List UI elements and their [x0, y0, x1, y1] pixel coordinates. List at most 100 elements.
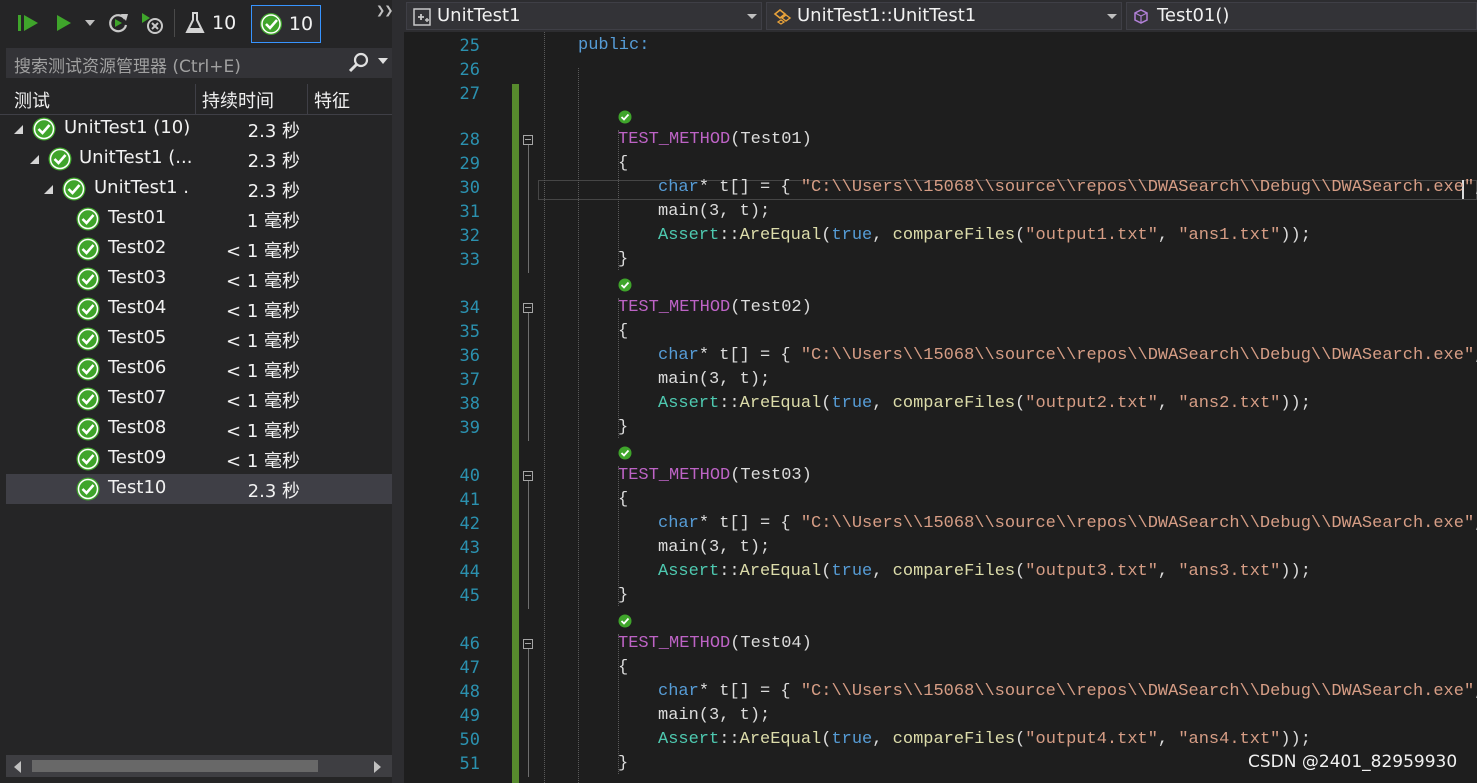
assert-line[interactable]: Assert::AreEqual(true, compareFiles("out…: [658, 394, 1311, 413]
scope-dropdown[interactable]: UnitTest1::UnitTest1: [766, 2, 1122, 30]
scrollbar-thumb[interactable]: [32, 760, 318, 772]
test-duration: 2.3 秒: [247, 481, 300, 502]
column-header-traits[interactable]: 特征: [314, 87, 350, 113]
scroll-left-icon[interactable]: [14, 761, 21, 773]
brace-line[interactable]: {: [618, 658, 628, 677]
access-specifier-line[interactable]: public:: [578, 36, 649, 55]
scroll-right-icon[interactable]: [374, 761, 381, 773]
passed-check-icon: [62, 177, 86, 201]
line-number: 30: [459, 178, 480, 198]
public-keyword: public:: [578, 36, 650, 55]
brace-line[interactable]: }: [618, 754, 628, 773]
collapse-region-icon[interactable]: [523, 303, 533, 313]
search-icon[interactable]: [348, 52, 370, 74]
test-row[interactable]: Test04 < 1 毫秒: [6, 294, 392, 324]
cancel-run-button[interactable]: [138, 8, 166, 38]
assert-class: Assert: [658, 394, 720, 413]
test-group-row[interactable]: UnitTest1 (10) 2.3 秒: [6, 114, 392, 144]
brace-line[interactable]: }: [618, 418, 628, 437]
toolbar-overflow-icon[interactable]: ❯❯: [376, 4, 392, 17]
assert-line[interactable]: Assert::AreEqual(true, compareFiles("out…: [658, 730, 1311, 749]
line-number: 39: [459, 418, 480, 438]
line-number: 45: [459, 586, 480, 606]
scope-operator: ::: [719, 730, 740, 749]
test-method-line[interactable]: TEST_METHOD(Test03): [618, 466, 812, 485]
collapse-region-icon[interactable]: [523, 639, 533, 649]
run-dropdown-button[interactable]: [82, 8, 98, 38]
test-method-line[interactable]: TEST_METHOD(Test01): [618, 130, 812, 149]
collapse-region-icon[interactable]: [523, 471, 533, 481]
test-row[interactable]: Test09 < 1 毫秒: [6, 444, 392, 474]
search-box[interactable]: 搜索测试资源管理器 (Ctrl+E): [6, 48, 392, 78]
panel-splitter[interactable]: [392, 0, 404, 783]
declaration-line[interactable]: char* t[] = { "C:\\Users\\15068\\source\…: [658, 514, 1477, 533]
indent-guide: [578, 68, 579, 783]
test-row[interactable]: Test10 2.3 秒: [6, 474, 392, 504]
column-divider[interactable]: [195, 84, 196, 114]
collapse-triangle-icon[interactable]: [30, 155, 39, 164]
collapse-triangle-icon[interactable]: [44, 185, 53, 194]
test-method-line[interactable]: TEST_METHOD(Test04): [618, 634, 812, 653]
open-brace: {: [618, 154, 629, 173]
passed-tests-filter[interactable]: 10: [251, 5, 321, 43]
declaration-line[interactable]: char* t[] = { "C:\\Users\\15068\\source\…: [658, 346, 1477, 365]
main-call-line[interactable]: main(3, t);: [658, 538, 770, 557]
column-divider[interactable]: [307, 84, 308, 114]
test-passed-codelens-icon[interactable]: [618, 110, 632, 124]
path-string: "C:\\Users\\15068\\source\\repos\\DWASea…: [800, 682, 1475, 701]
brace-line[interactable]: }: [618, 250, 628, 269]
test-group-row[interactable]: UnitTest1 (... 2.3 秒: [6, 144, 392, 174]
test-row[interactable]: Test05 < 1 毫秒: [6, 324, 392, 354]
brace-line[interactable]: {: [618, 322, 628, 341]
fold-region-line: [528, 481, 529, 609]
test-group-row[interactable]: UnitTest1 . 2.3 秒: [6, 174, 392, 204]
run-button[interactable]: [50, 8, 76, 38]
passed-check-icon: [76, 327, 100, 351]
test-row[interactable]: Test08 < 1 毫秒: [6, 414, 392, 444]
test-row[interactable]: Test03 < 1 毫秒: [6, 264, 392, 294]
search-options-chevron-icon[interactable]: [378, 58, 388, 64]
column-header-test[interactable]: 测试: [14, 87, 50, 113]
test-row[interactable]: Test02 < 1 毫秒: [6, 234, 392, 264]
brace-line[interactable]: {: [618, 154, 628, 173]
declaration-line[interactable]: char* t[] = { "C:\\Users\\15068\\source\…: [658, 682, 1477, 701]
collapse-triangle-icon[interactable]: [14, 125, 23, 134]
passed-check-icon: [48, 147, 72, 171]
main-call-line[interactable]: main(3, t);: [658, 706, 770, 725]
path-string: "C:\\Users\\15068\\source\\repos\\DWASea…: [800, 178, 1475, 197]
test-row[interactable]: Test01 1 毫秒: [6, 204, 392, 234]
test-passed-codelens-icon[interactable]: [618, 446, 632, 460]
main-call-line[interactable]: main(3, t);: [658, 202, 770, 221]
repeat-last-run-button[interactable]: [104, 8, 132, 38]
test-duration: < 1 毫秒: [226, 421, 300, 442]
test-row[interactable]: Test06 < 1 毫秒: [6, 354, 392, 384]
test-name: Test04: [108, 297, 167, 318]
close-parens: ));: [1280, 226, 1311, 245]
line-number: 29: [459, 154, 480, 174]
test-passed-codelens-icon[interactable]: [618, 278, 632, 292]
output-file-string: "output3.txt": [1025, 562, 1158, 581]
member-dropdown[interactable]: Test01(): [1126, 2, 1477, 30]
test-duration: 2.3 秒: [247, 181, 300, 202]
search-input[interactable]: 搜索测试资源管理器 (Ctrl+E): [14, 52, 241, 77]
column-header-duration[interactable]: 持续时间: [202, 87, 274, 113]
assert-method: AreEqual: [739, 394, 822, 413]
test-method-line[interactable]: TEST_METHOD(Test02): [618, 298, 812, 317]
total-tests-filter[interactable]: 10: [184, 8, 242, 38]
brace-line[interactable]: {: [618, 490, 628, 509]
test-row[interactable]: Test07 < 1 毫秒: [6, 384, 392, 414]
collapse-region-icon[interactable]: [523, 135, 533, 145]
assert-line[interactable]: Assert::AreEqual(true, compareFiles("out…: [658, 226, 1311, 245]
path-string: "C:\\Users\\15068\\source\\repos\\DWASea…: [800, 514, 1475, 533]
main-call-line[interactable]: main(3, t);: [658, 370, 770, 389]
declaration-line[interactable]: char* t[] = { "C:\\Users\\15068\\source\…: [658, 178, 1477, 197]
run-all-button[interactable]: [14, 8, 42, 38]
horizontal-scrollbar[interactable]: [6, 755, 392, 777]
passed-check-icon: [76, 267, 100, 291]
assert-line[interactable]: Assert::AreEqual(true, compareFiles("out…: [658, 562, 1311, 581]
brace-line[interactable]: }: [618, 586, 628, 605]
test-passed-codelens-icon[interactable]: [618, 614, 632, 628]
project-dropdown[interactable]: UnitTest1: [406, 2, 762, 30]
line-number: 27: [459, 84, 480, 104]
code-editor[interactable]: 25 26 27 28 29 30 31 32 33 34 35 36 37 38 39 40 41 42 43 44…: [404, 32, 1477, 783]
